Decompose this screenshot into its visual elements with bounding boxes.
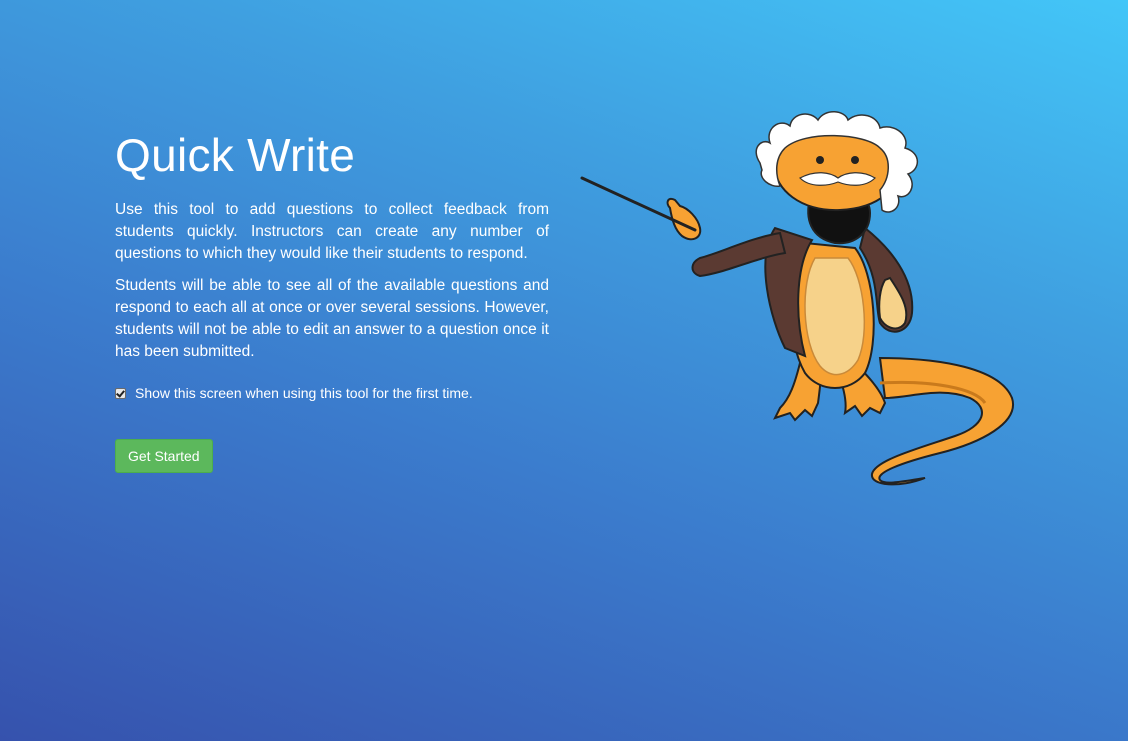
intro-paragraph-1: Use this tool to add questions to collec… xyxy=(115,201,549,262)
show-screen-label[interactable]: Show this screen when using this tool fo… xyxy=(135,385,473,401)
page-title: Quick Write xyxy=(115,129,356,181)
belly-shape xyxy=(804,257,866,376)
show-screen-checkbox[interactable] xyxy=(115,387,126,399)
intro-paragraph-2: Students will be able to see all of the … xyxy=(115,277,549,360)
tail-shape xyxy=(871,356,1015,486)
intro-panel: Quick Write Use this tool to add questio… xyxy=(115,128,549,473)
left-eye xyxy=(816,156,824,164)
right-eye xyxy=(851,156,859,164)
get-started-button[interactable]: Get Started xyxy=(115,439,213,473)
show-screen-option[interactable]: Show this screen when using this tool fo… xyxy=(115,385,549,401)
professor-lizard-mascot xyxy=(580,111,1015,486)
